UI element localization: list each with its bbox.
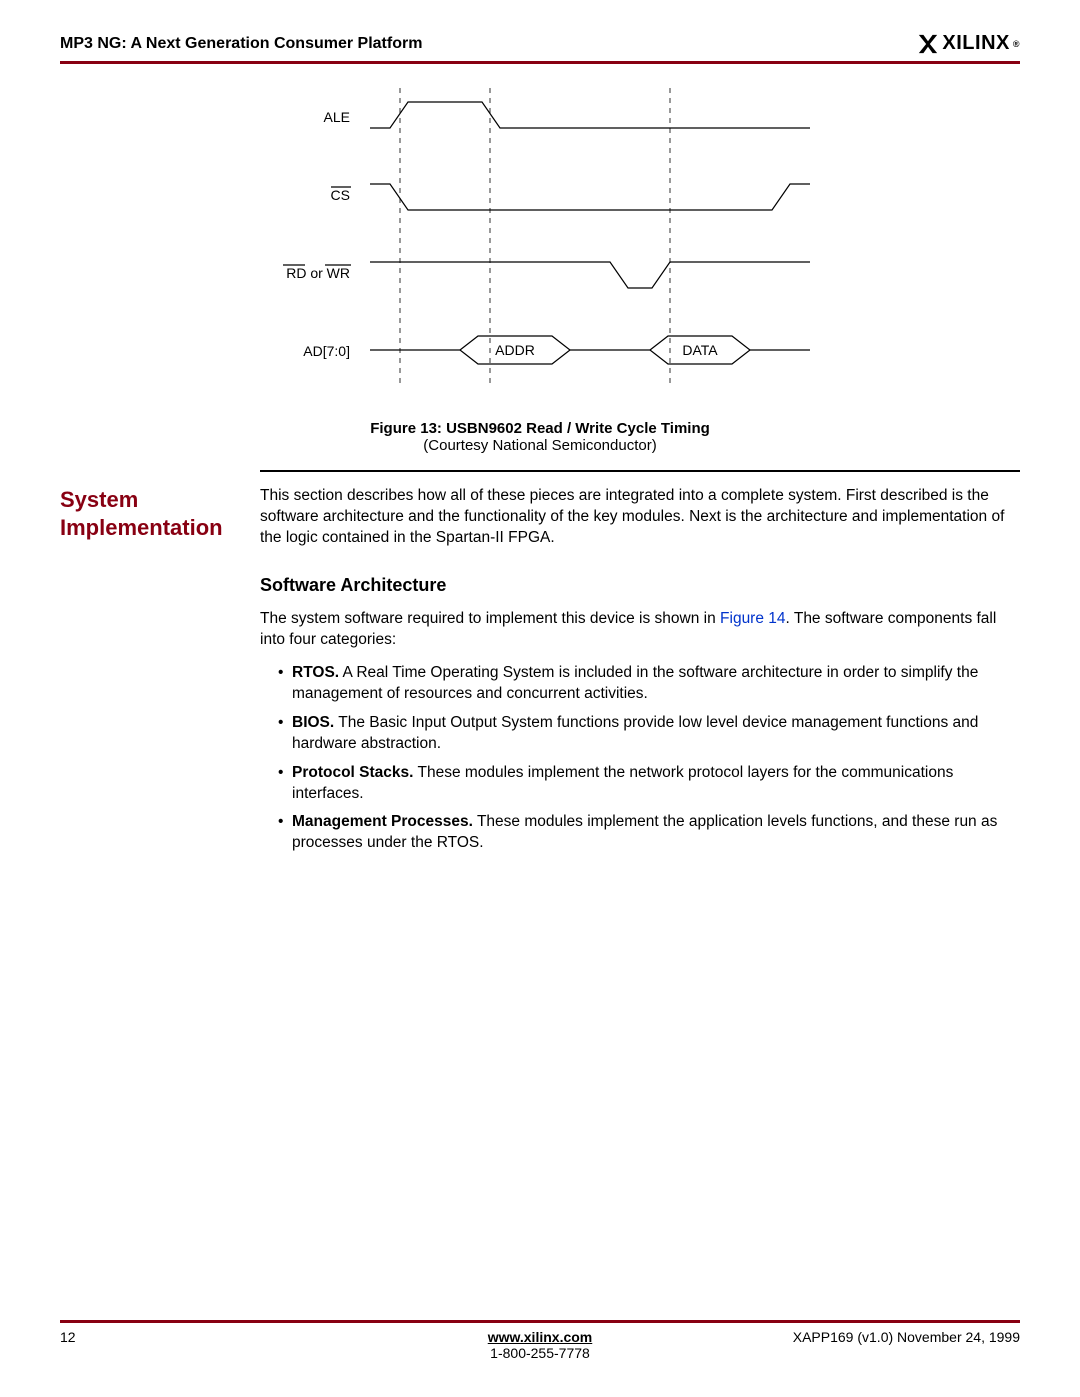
section-rule xyxy=(260,470,1020,472)
intro-paragraph: This section describes how all of these … xyxy=(260,486,1020,549)
footer-phone: 1-800-255-7778 xyxy=(490,1345,590,1361)
figure-label: Figure 13: USBN9602 Read / Write Cycle T… xyxy=(370,420,710,437)
page-header: MP3 NG: A Next Generation Consumer Platf… xyxy=(60,32,1020,64)
list-item: RTOS. A Real Time Operating System is in… xyxy=(278,663,1020,705)
section-system-implementation: System Implementation This section descr… xyxy=(60,486,1020,862)
registered-mark: ® xyxy=(1013,39,1020,49)
xilinx-x-icon xyxy=(917,33,939,55)
page-number: 12 xyxy=(60,1329,320,1361)
svg-text:CS: CS xyxy=(331,187,350,203)
doc-title: MP3 NG: A Next Generation Consumer Platf… xyxy=(60,35,422,53)
logo-text: XILINX xyxy=(942,32,1009,55)
page-footer: 12 www.xilinx.com 1-800-255-7778 XAPP169… xyxy=(60,1320,1020,1361)
signal-label-ad: AD[7:0] xyxy=(303,343,350,359)
svg-text:RD or WR: RD or WR xyxy=(286,265,350,281)
figure-caption: Figure 13: USBN9602 Read / Write Cycle T… xyxy=(60,420,1020,454)
list-item: Management Processes. These modules impl… xyxy=(278,812,1020,854)
section-heading: System Implementation xyxy=(60,486,260,862)
xilinx-logo: XILINX ® xyxy=(917,32,1020,55)
subsection-heading: Software Architecture xyxy=(260,573,1020,597)
figure-timing-diagram: ALE CS RD or WR AD[7:0] ADDR DATA xyxy=(60,88,1020,398)
signal-label-rdwr: RD or WR xyxy=(283,265,351,281)
figure-subcaption: (Courtesy National Semiconductor) xyxy=(423,437,656,454)
footer-url-link[interactable]: www.xilinx.com xyxy=(488,1329,593,1345)
signal-label-cs: CS xyxy=(331,187,351,203)
section-body: This section describes how all of these … xyxy=(260,486,1020,862)
footer-meta: XAPP169 (v1.0) November 24, 1999 xyxy=(760,1329,1020,1361)
figure14-link[interactable]: Figure 14 xyxy=(720,610,785,627)
category-list: RTOS. A Real Time Operating System is in… xyxy=(260,663,1020,854)
bus-value-data: DATA xyxy=(682,342,718,358)
list-item: Protocol Stacks. These modules implement… xyxy=(278,763,1020,805)
list-item: BIOS. The Basic Input Output System func… xyxy=(278,713,1020,755)
signal-label-ale: ALE xyxy=(324,109,350,125)
software-arch-paragraph: The system software required to implemen… xyxy=(260,609,1020,651)
bus-value-addr: ADDR xyxy=(495,342,535,358)
